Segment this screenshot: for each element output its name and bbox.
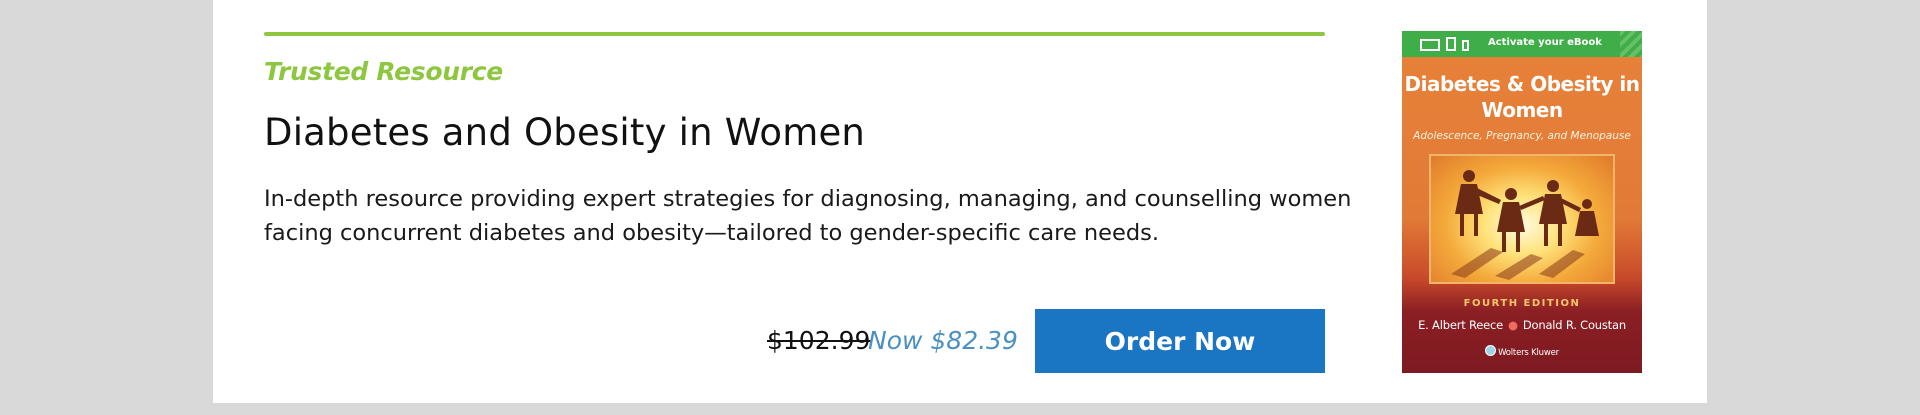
order-now-button[interactable]: Order Now	[1035, 309, 1325, 373]
bullet-icon: ●	[1508, 318, 1518, 332]
chevron-arrows-icon	[1620, 31, 1642, 57]
publisher-name: Wolters Kluwer	[1498, 348, 1559, 358]
product-description: In-depth resource providing expert strat…	[264, 186, 1352, 246]
activate-ebook-label: Activate your eBook	[1488, 37, 1602, 48]
paper-dolls-illustration	[1429, 154, 1615, 284]
product-promo-card: Trusted Resource Diabetes and Obesity in…	[213, 0, 1707, 403]
eyebrow-label: Trusted Resource	[264, 57, 503, 86]
product-title: Diabetes and Obesity in Women	[264, 111, 866, 154]
device-icons	[1420, 37, 1469, 51]
paper-dolls-icon	[1451, 170, 1599, 280]
sale-price: Now $82.39	[868, 326, 1018, 355]
cover-edition: FOURTH EDITION	[1463, 298, 1581, 309]
tablet-icon	[1446, 37, 1456, 51]
accent-divider	[264, 32, 1325, 36]
original-price: $102.99	[767, 326, 871, 355]
ebook-activation-banner: Activate your eBook	[1402, 31, 1642, 57]
cover-authors: E. Albert Reece ● Donald R. Coustan	[1402, 318, 1642, 332]
book-cover-image[interactable]: Activate your eBook Diabetes & Obesity i…	[1402, 31, 1642, 373]
cover-publisher: Wolters Kluwer	[1402, 345, 1642, 358]
phone-icon	[1462, 40, 1469, 51]
laptop-icon	[1420, 39, 1440, 51]
cover-subtitle: Adolescence, Pregnancy, and Menopause	[1413, 130, 1631, 142]
cover-title: Diabetes & Obesity in Women	[1404, 72, 1640, 122]
cover-author-2: Donald R. Coustan	[1522, 318, 1626, 332]
cover-author-1: E. Albert Reece	[1418, 318, 1504, 332]
publisher-logo-icon	[1485, 345, 1497, 356]
